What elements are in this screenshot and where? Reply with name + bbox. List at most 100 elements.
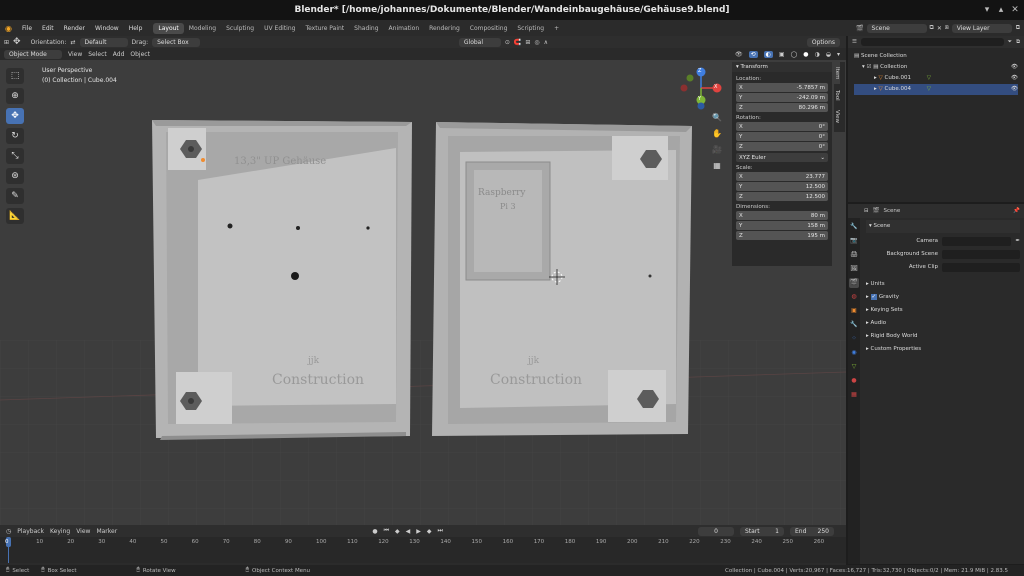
- particles-icon[interactable]: ⁘: [849, 334, 859, 344]
- shading-options-icon[interactable]: ▾: [837, 51, 840, 58]
- menu-keying[interactable]: Keying: [50, 528, 70, 535]
- menu-timeline-view[interactable]: View: [76, 528, 90, 535]
- transform-icon[interactable]: ⊛: [6, 168, 24, 184]
- menu-render[interactable]: Render: [59, 25, 90, 32]
- scene-selector[interactable]: Scene: [866, 23, 927, 33]
- active-clip-field[interactable]: [942, 263, 1020, 272]
- move-icon[interactable]: ✥: [6, 108, 24, 124]
- scale-x-field[interactable]: X 23.777: [736, 172, 828, 181]
- scene-panel-header[interactable]: ▾ Scene: [866, 220, 1020, 233]
- tab-modeling[interactable]: Modeling: [184, 23, 221, 34]
- eye-icon[interactable]: 👁: [1011, 84, 1018, 95]
- cursor-tool-icon[interactable]: ⊕: [6, 88, 24, 104]
- outliner-item-selected[interactable]: ▸ ▽ Cube.004 ▽ 👁: [854, 84, 1018, 95]
- next-keyframe-icon[interactable]: ◆: [427, 528, 432, 535]
- output-icon[interactable]: 🖨: [849, 250, 859, 260]
- new-scene-icon[interactable]: ⧉: [930, 24, 934, 32]
- gravity-panel[interactable]: ▸ ✓ Gravity: [866, 291, 1020, 304]
- eyedropper-icon[interactable]: ✒: [1015, 235, 1020, 248]
- outliner-editor-icon[interactable]: ☰: [852, 39, 857, 45]
- shading-rendered-icon[interactable]: ◒: [826, 51, 831, 58]
- tab-layout[interactable]: Layout: [153, 22, 184, 34]
- filter-icon[interactable]: ⏷: [1008, 39, 1012, 46]
- location-z-field[interactable]: Z 80.296 m: [736, 103, 828, 112]
- blender-logo-icon[interactable]: ◉: [0, 24, 17, 33]
- pan-hand-icon[interactable]: ✋: [710, 126, 724, 142]
- minimize-icon[interactable]: ▾: [982, 5, 992, 15]
- rotation-z-field[interactable]: Z 0°: [736, 142, 828, 151]
- tab-compositing[interactable]: Compositing: [465, 23, 513, 34]
- jump-end-icon[interactable]: ⏭: [437, 527, 442, 535]
- gravity-checkbox[interactable]: ✓: [870, 294, 878, 300]
- drag-dropdown[interactable]: Select Box: [152, 37, 201, 47]
- snap-icon[interactable]: 🧲: [514, 39, 521, 46]
- tab-item[interactable]: Item: [834, 62, 840, 84]
- location-y-field[interactable]: Y -242.09 m: [736, 93, 828, 102]
- menu-marker[interactable]: Marker: [96, 528, 117, 535]
- modifier-wrench-icon[interactable]: 🔧: [849, 320, 859, 330]
- rotation-x-field[interactable]: X 0°: [736, 122, 828, 131]
- shading-wireframe-icon[interactable]: ◯: [791, 51, 798, 58]
- tab-shading[interactable]: Shading: [349, 23, 383, 34]
- tab-uv-editing[interactable]: UV Editing: [259, 23, 300, 34]
- menu-select[interactable]: Select: [88, 51, 107, 58]
- menu-window[interactable]: Window: [90, 25, 124, 32]
- pin-icon[interactable]: 📌: [1013, 208, 1020, 214]
- start-frame-field[interactable]: Start 1: [740, 526, 784, 536]
- rotate-icon[interactable]: ↻: [6, 128, 24, 144]
- checkbox-icon[interactable]: ☑: [867, 64, 872, 70]
- object-properties-icon[interactable]: ▣: [849, 306, 859, 316]
- xray-icon[interactable]: ▣: [779, 51, 785, 58]
- camera-field[interactable]: [942, 237, 1012, 246]
- tab-tool[interactable]: Tool: [834, 84, 840, 106]
- tab-texture-paint[interactable]: Texture Paint: [300, 23, 349, 34]
- outliner-scene-collection[interactable]: ▤ Scene Collection: [854, 51, 1018, 62]
- play-reverse-icon[interactable]: ◀: [406, 528, 411, 535]
- scene-properties-icon[interactable]: 🎬: [849, 278, 859, 288]
- transform-header[interactable]: ▾ Transform: [732, 62, 832, 72]
- object-data-icon[interactable]: ▽: [849, 362, 859, 372]
- timeline-ruler[interactable]: 0 10 20 30 40 50 60 70 80 90 100 110 120 130 140 150 160…: [0, 537, 846, 563]
- pivot-icon[interactable]: ⊙: [505, 39, 510, 46]
- timeline-editor-icon[interactable]: ◷: [6, 528, 11, 535]
- mode-dropdown[interactable]: Object Mode: [4, 49, 62, 59]
- delete-scene-icon[interactable]: ✕: [937, 25, 942, 32]
- dimensions-z-field[interactable]: Z 195 m: [736, 231, 828, 240]
- 3d-viewport[interactable]: Z X Y 13,3" UP Gehäuse jjk Construction …: [0, 60, 846, 525]
- play-icon[interactable]: ▶: [416, 528, 421, 535]
- gizmo-toggle-icon[interactable]: ⟲: [748, 50, 758, 58]
- tool-settings-icon[interactable]: 🔧: [849, 222, 859, 232]
- menu-help[interactable]: Help: [124, 25, 148, 32]
- audio-panel[interactable]: ▸ Audio: [866, 317, 1020, 330]
- rigid-body-world-panel[interactable]: ▸ Rigid Body World: [866, 330, 1020, 343]
- transform-orientation-dropdown[interactable]: Global: [458, 37, 501, 47]
- scale-icon[interactable]: ⤡: [6, 148, 24, 164]
- new-collection-icon[interactable]: ⧉: [1016, 39, 1020, 46]
- add-workspace-button[interactable]: +: [549, 23, 564, 34]
- menu-file[interactable]: File: [17, 25, 37, 32]
- left-enclosure[interactable]: [152, 120, 412, 440]
- outliner-collection[interactable]: ▾ ☑ ▤ Collection 👁: [854, 62, 1018, 73]
- tab-view[interactable]: View: [834, 106, 840, 128]
- menu-playback[interactable]: Playback: [17, 528, 44, 535]
- scale-z-field[interactable]: Z 12.500: [736, 192, 828, 201]
- current-frame-field[interactable]: 0: [698, 526, 734, 536]
- tab-animation[interactable]: Animation: [384, 23, 425, 34]
- texture-icon[interactable]: ▦: [849, 390, 859, 400]
- end-frame-field[interactable]: End 250: [790, 526, 834, 536]
- proportional-edit-icon[interactable]: ◎: [534, 39, 539, 46]
- move-tool-icon[interactable]: ✥: [13, 37, 21, 47]
- outliner-item[interactable]: ▸ ▽ Cube.001 ▽ 👁: [854, 73, 1018, 84]
- background-scene-field[interactable]: [942, 250, 1020, 259]
- perspective-grid-icon[interactable]: ▦: [710, 158, 724, 174]
- location-x-field[interactable]: X -5.7857 m: [736, 83, 828, 92]
- dimensions-x-field[interactable]: X 80 m: [736, 211, 828, 220]
- keying-sets-panel[interactable]: ▸ Keying Sets: [866, 304, 1020, 317]
- world-icon[interactable]: ◍: [849, 292, 859, 302]
- physics-icon[interactable]: ◉: [849, 348, 859, 358]
- snap-target-icon[interactable]: ⊞: [525, 39, 530, 46]
- editor-type-icon[interactable]: ⊞: [4, 39, 9, 46]
- material-icon[interactable]: ●: [849, 376, 859, 386]
- menu-edit[interactable]: Edit: [37, 25, 59, 32]
- rotation-mode-dropdown[interactable]: XYZ Euler ⌄: [736, 153, 828, 162]
